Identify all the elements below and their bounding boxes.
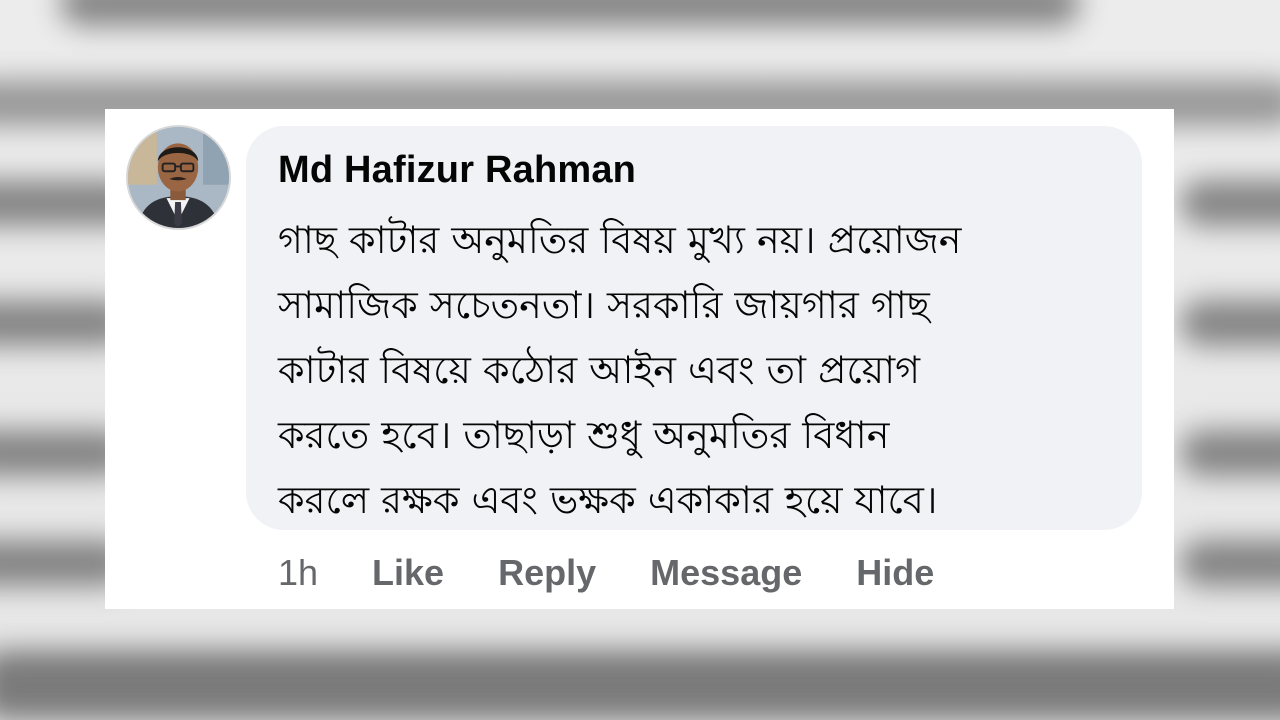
comment-card: Md Hafizur Rahman গাছ কাটার অনুমতির বিষয…: [105, 109, 1174, 609]
comment-text: গাছ কাটার অনুমতির বিষয় মুখ্য নয়। প্রয়…: [278, 218, 962, 522]
like-button[interactable]: Like: [372, 552, 444, 594]
blurred-text-line: [0, 650, 1280, 720]
comment-actions: 1h Like Reply Message Hide: [278, 549, 988, 597]
avatar[interactable]: [126, 125, 231, 230]
reply-button[interactable]: Reply: [498, 552, 596, 594]
hide-button[interactable]: Hide: [856, 552, 934, 594]
profile-photo-icon: [128, 127, 229, 228]
comment-bubble: Md Hafizur Rahman গাছ কাটার অনুমতির বিষয…: [246, 126, 1142, 530]
message-button[interactable]: Message: [650, 552, 802, 594]
blurred-text-line: [60, 0, 1080, 26]
comment-author[interactable]: Md Hafizur Rahman: [278, 146, 1110, 194]
comment-timestamp[interactable]: 1h: [278, 552, 318, 594]
blurred-text-line: [1180, 300, 1280, 346]
blurred-text-line: [1180, 540, 1280, 586]
blurred-text-line: [1180, 180, 1280, 226]
blurred-text-line: [1180, 430, 1280, 476]
